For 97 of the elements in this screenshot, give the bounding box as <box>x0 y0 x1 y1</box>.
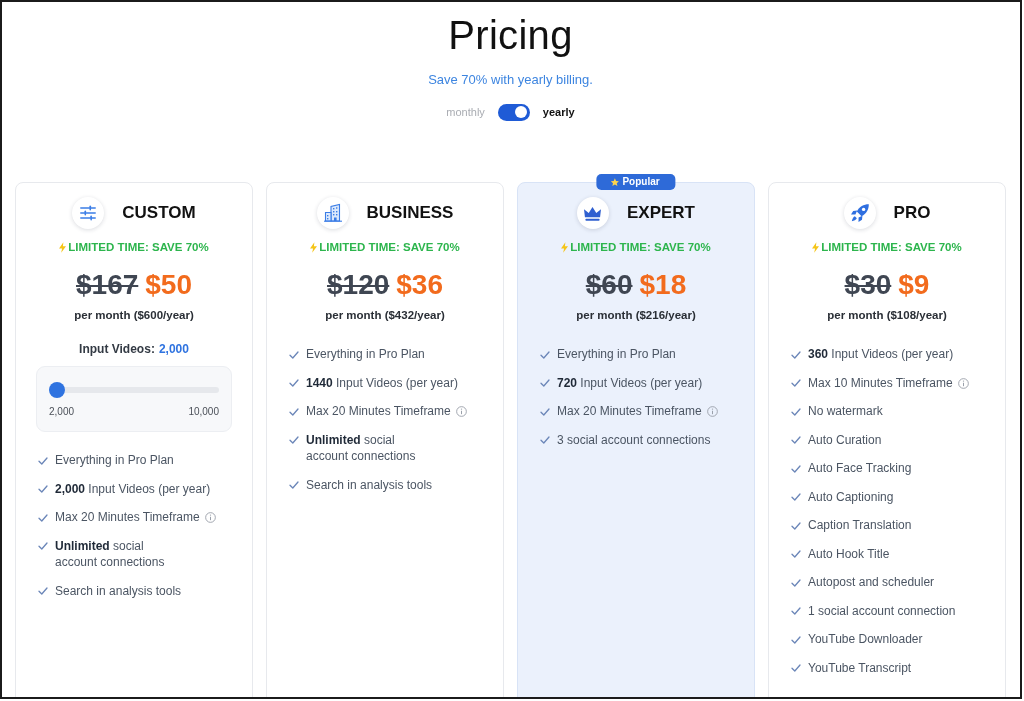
check-icon <box>38 485 48 493</box>
lightning-icon <box>561 242 569 253</box>
old-price: $60 <box>585 268 633 302</box>
slider-value: 2,000 <box>158 341 189 358</box>
feature-text: Auto Captioning <box>808 488 894 505</box>
feature-text: Everything in Pro Plan <box>557 346 676 363</box>
price: $9 <box>898 268 930 302</box>
check-icon <box>791 464 801 473</box>
check-icon <box>791 350 801 359</box>
check-icon <box>540 407 550 416</box>
feature-text: Search in analysis tools <box>306 476 433 493</box>
check-icon <box>38 456 48 465</box>
feature-text: 1440 Input Videos (per year) <box>306 374 458 391</box>
lightning-icon <box>310 242 318 253</box>
check-icon <box>289 379 299 387</box>
star-icon <box>610 177 620 187</box>
check-icon <box>38 587 48 595</box>
feature-text: 360 Input Videos (per year) <box>808 346 954 363</box>
old-price: $30 <box>844 268 892 302</box>
promo-text: LIMITED TIME: SAVE 70% <box>68 240 209 255</box>
feature-text: YouTube Downloader <box>808 631 923 648</box>
billing-note: per month ($216/year) <box>575 308 697 323</box>
billing-option-label: yearly <box>542 105 575 120</box>
feature-text: No watermark <box>808 403 883 420</box>
feature-text: Max 10 Minutes Timeframe <box>808 374 953 391</box>
feature-text: Everything in Pro Plan <box>55 452 174 469</box>
check-icon <box>38 542 48 550</box>
check-icon <box>791 379 801 387</box>
feature-text: 2,000 Input Videos (per year) <box>55 480 211 497</box>
feature-text: Search in analysis tools <box>55 582 182 599</box>
lightning-icon <box>59 242 67 253</box>
feature-text: Autopost and scheduler <box>808 574 935 591</box>
feature-text: Unlimited social account connections <box>306 431 416 465</box>
price: $36 <box>396 268 443 302</box>
billing-note: per month ($600/year) <box>73 308 195 323</box>
slider-track[interactable] <box>65 387 219 393</box>
info-icon[interactable] <box>957 377 969 389</box>
check-icon <box>289 481 299 489</box>
check-icon <box>38 513 48 522</box>
plan-name: PRO <box>893 203 931 223</box>
crown-icon <box>577 197 609 229</box>
feature-text: Everything in Pro Plan <box>306 346 425 363</box>
feature-text: 1 social account connection <box>808 602 956 619</box>
slider-thumb[interactable] <box>49 382 65 398</box>
feature-text: Auto Curation <box>808 431 882 448</box>
page-title: Pricing <box>448 12 573 59</box>
feature-text: Auto Hook Title <box>808 545 890 562</box>
feature-text: Max 20 Minutes Timeframe <box>306 403 451 420</box>
check-icon <box>289 350 299 359</box>
old-price: $120 <box>327 268 390 302</box>
feature-text: 3 social account connections <box>557 431 711 448</box>
page-subtitle: Save 70% with yearly billing. <box>428 71 593 89</box>
plan-name: BUSINESS <box>366 203 454 223</box>
feature-text: YouTube Transcript <box>808 659 912 676</box>
billing-option-label: monthly <box>446 105 485 120</box>
badge-label: Popular <box>622 175 660 189</box>
feature-text: 720 Input Videos (per year) <box>557 374 703 391</box>
check-icon <box>791 578 801 587</box>
check-icon <box>791 607 801 615</box>
plan-name: CUSTOM <box>122 203 196 223</box>
feature-text: Max 20 Minutes Timeframe <box>55 509 200 526</box>
slider-min-label: 2,000 <box>49 405 75 419</box>
info-icon[interactable] <box>706 406 718 417</box>
check-icon <box>289 436 299 444</box>
promo-text: LIMITED TIME: SAVE 70% <box>821 240 962 255</box>
check-icon <box>289 407 299 416</box>
info-icon[interactable] <box>204 512 216 523</box>
rocket-icon <box>843 197 876 229</box>
check-icon <box>540 379 550 387</box>
slider-label: Input Videos: <box>79 341 155 358</box>
slider-max-label: 10,000 <box>188 405 219 419</box>
check-icon <box>540 350 550 359</box>
promo-text: LIMITED TIME: SAVE 70% <box>319 240 460 255</box>
check-icon <box>791 493 801 501</box>
check-icon <box>791 635 801 644</box>
feature-text: Max 20 Minutes Timeframe <box>557 403 702 420</box>
plan-name: EXPERT <box>627 203 695 223</box>
price: $50 <box>145 268 192 302</box>
price: $18 <box>639 268 687 302</box>
feature-text: Unlimited social account connections <box>55 537 165 571</box>
check-icon <box>791 550 801 558</box>
billing-note: per month ($432/year) <box>324 308 446 323</box>
sliders-icon <box>72 197 105 229</box>
info-icon[interactable] <box>455 406 467 417</box>
check-icon <box>791 407 801 416</box>
lightning-icon <box>812 242 820 253</box>
check-icon <box>540 436 550 444</box>
check-icon <box>791 664 801 672</box>
old-price: $167 <box>76 268 139 302</box>
promo-text: LIMITED TIME: SAVE 70% <box>570 240 711 255</box>
billing-toggle-switch[interactable] <box>497 103 530 121</box>
check-icon <box>791 521 801 530</box>
feature-text: Auto Face Tracking <box>808 460 912 477</box>
check-icon <box>791 436 801 444</box>
billing-note: per month ($108/year) <box>826 308 948 323</box>
building-icon <box>316 197 349 229</box>
feature-text: Caption Translation <box>808 517 912 534</box>
